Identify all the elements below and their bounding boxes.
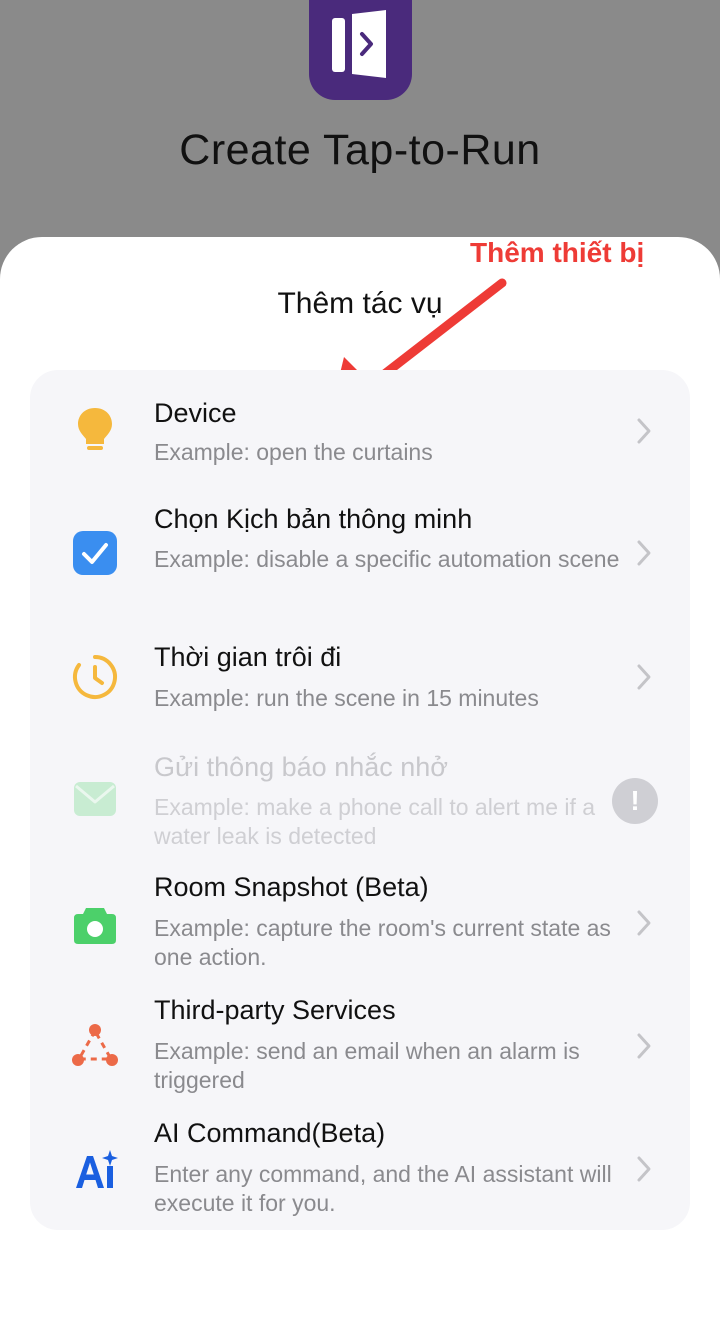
- action-description: Example: open the curtains: [154, 439, 433, 465]
- share-nodes-icon: [72, 1024, 118, 1066]
- background-title: Create Tap-to-Run: [179, 126, 541, 174]
- action-title: Chọn Kịch bản thông minh: [154, 504, 473, 534]
- chevron-right-icon: [637, 540, 651, 566]
- action-description: Example: run the scene in 15 minutes: [154, 685, 539, 711]
- action-list: Device Example: open the curtains Chọn K…: [30, 370, 690, 1230]
- background-screen: Create Tap-to-Run: [0, 0, 720, 260]
- action-description: Example: send an email when an alarm is …: [154, 1038, 580, 1093]
- tap-to-run-logo-icon: [332, 10, 386, 78]
- action-room-snapshot[interactable]: Room Snapshot (Beta) Example: capture th…: [30, 872, 690, 982]
- mail-icon: [74, 782, 116, 816]
- annotation-label: Thêm thiết bị: [470, 237, 645, 268]
- checkbox-icon: [73, 531, 117, 575]
- action-title: Device: [154, 398, 237, 428]
- app-logo: [309, 0, 412, 100]
- chevron-right-icon: [637, 664, 651, 690]
- action-title: Gửi thông báo nhắc nhở: [154, 752, 448, 782]
- action-smart-scene[interactable]: Chọn Kịch bản thông minh Example: disabl…: [30, 500, 690, 610]
- action-device[interactable]: Device Example: open the curtains: [30, 370, 690, 478]
- chevron-right-icon: [637, 1156, 651, 1182]
- action-ai-command[interactable]: AI Command(Beta) Enter any command, and …: [30, 1118, 690, 1228]
- camera-icon: [74, 908, 116, 944]
- action-description: Example: capture the room's current stat…: [154, 915, 611, 970]
- lightbulb-icon: [78, 408, 112, 450]
- timer-icon: [73, 655, 117, 699]
- chevron-right-icon: [637, 910, 651, 936]
- action-title: Room Snapshot (Beta): [154, 872, 429, 902]
- info-icon[interactable]: !: [612, 778, 658, 824]
- action-send-notification: Gửi thông báo nhắc nhở Example: make a p…: [30, 748, 690, 858]
- action-title: Third-party Services: [154, 995, 396, 1025]
- action-elapsed-time[interactable]: Thời gian trôi đi Example: run the scene…: [30, 638, 690, 728]
- action-title: AI Command(Beta): [154, 1118, 386, 1148]
- ai-icon: [76, 1150, 118, 1188]
- action-description: Enter any command, and the AI assistant …: [154, 1161, 612, 1216]
- chevron-right-icon: [637, 1033, 651, 1059]
- action-title: Thời gian trôi đi: [154, 642, 342, 672]
- action-third-party[interactable]: Third-party Services Example: send an em…: [30, 995, 690, 1105]
- action-description: Example: make a phone call to alert me i…: [154, 794, 596, 849]
- chevron-right-icon: [637, 418, 651, 444]
- action-description: Example: disable a specific automation s…: [154, 546, 620, 572]
